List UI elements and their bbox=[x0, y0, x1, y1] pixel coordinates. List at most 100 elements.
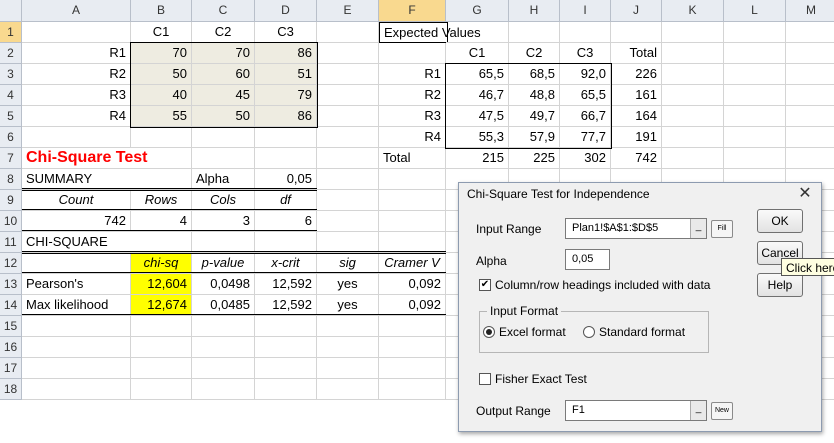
cell-l7[interactable] bbox=[724, 148, 786, 169]
cell-a15[interactable] bbox=[22, 316, 131, 337]
row-header-9[interactable]: 9 bbox=[0, 190, 22, 211]
cell-a16[interactable] bbox=[22, 337, 131, 358]
cell-b17[interactable] bbox=[131, 358, 192, 379]
cell-f8[interactable] bbox=[379, 169, 446, 190]
row-header-11[interactable]: 11 bbox=[0, 232, 22, 253]
row-header-5[interactable]: 5 bbox=[0, 106, 22, 127]
cell-h2[interactable]: C2 bbox=[509, 43, 560, 64]
cell-b9[interactable]: Rows bbox=[131, 190, 192, 211]
cell-k6[interactable] bbox=[662, 127, 724, 148]
cell-c10[interactable]: 3 bbox=[192, 211, 255, 232]
cell-d11[interactable] bbox=[255, 232, 317, 253]
cell-e4[interactable] bbox=[317, 85, 379, 106]
cell-c4[interactable]: 45 bbox=[192, 85, 255, 106]
cell-l3[interactable] bbox=[724, 64, 786, 85]
cell-e7[interactable] bbox=[317, 148, 379, 169]
cell-c17[interactable] bbox=[192, 358, 255, 379]
cell-e6[interactable] bbox=[317, 127, 379, 148]
column-header-a[interactable]: A bbox=[22, 0, 131, 22]
cell-i3[interactable]: 92,0 bbox=[560, 64, 611, 85]
cell-a4[interactable]: R3 bbox=[22, 85, 131, 106]
standard-format-radio[interactable] bbox=[583, 326, 595, 338]
cell-d2[interactable]: 86 bbox=[255, 43, 317, 64]
cell-b3[interactable]: 50 bbox=[131, 64, 192, 85]
cell-c18[interactable] bbox=[192, 379, 255, 400]
cell-b5[interactable]: 55 bbox=[131, 106, 192, 127]
row-header-1[interactable]: 1 bbox=[0, 22, 22, 43]
input-range-field[interactable]: Plan1!$A$1:$D$5 _ bbox=[565, 218, 707, 239]
cell-e16[interactable] bbox=[317, 337, 379, 358]
cell-d1[interactable]: C3 bbox=[255, 22, 317, 43]
cell-b7[interactable] bbox=[131, 148, 192, 169]
cell-l6[interactable] bbox=[724, 127, 786, 148]
cell-d17[interactable] bbox=[255, 358, 317, 379]
cell-k3[interactable] bbox=[662, 64, 724, 85]
cell-h4[interactable]: 48,8 bbox=[509, 85, 560, 106]
cell-h7[interactable]: 225 bbox=[509, 148, 560, 169]
cell-h3[interactable]: 68,5 bbox=[509, 64, 560, 85]
cell-f5[interactable]: R3 bbox=[379, 106, 446, 127]
cell-d7[interactable] bbox=[255, 148, 317, 169]
cell-c13[interactable]: 0,0498 bbox=[192, 274, 255, 295]
cell-f2[interactable] bbox=[379, 43, 446, 64]
cell-e14[interactable]: yes bbox=[317, 295, 379, 316]
column-header-m[interactable]: M bbox=[786, 0, 834, 22]
cell-f14[interactable]: 0,092 bbox=[379, 295, 446, 316]
cell-d6[interactable] bbox=[255, 127, 317, 148]
ok-button[interactable]: OK bbox=[757, 209, 803, 233]
range-select-icon[interactable]: _ bbox=[690, 219, 706, 238]
cell-m3[interactable] bbox=[786, 64, 834, 85]
cell-b16[interactable] bbox=[131, 337, 192, 358]
cell-i1[interactable] bbox=[560, 22, 611, 43]
cell-h1[interactable] bbox=[509, 22, 560, 43]
cell-d13[interactable]: 12,592 bbox=[255, 274, 317, 295]
cell-k5[interactable] bbox=[662, 106, 724, 127]
cell-a12[interactable] bbox=[22, 253, 131, 274]
cell-c12[interactable]: p-value bbox=[192, 253, 255, 274]
cell-m6[interactable] bbox=[786, 127, 834, 148]
cell-f15[interactable] bbox=[379, 316, 446, 337]
cell-e15[interactable] bbox=[317, 316, 379, 337]
cell-i4[interactable]: 65,5 bbox=[560, 85, 611, 106]
cell-b1[interactable]: C1 bbox=[131, 22, 192, 43]
cell-d15[interactable] bbox=[255, 316, 317, 337]
fill-button[interactable]: Fill bbox=[711, 220, 733, 238]
cell-e9[interactable] bbox=[317, 190, 379, 211]
cell-e2[interactable] bbox=[317, 43, 379, 64]
cell-m1[interactable] bbox=[786, 22, 834, 43]
cell-j6[interactable]: 191 bbox=[611, 127, 662, 148]
row-header-14[interactable]: 14 bbox=[0, 295, 22, 316]
cell-g5[interactable]: 47,5 bbox=[446, 106, 509, 127]
cell-f7[interactable]: Total bbox=[379, 148, 446, 169]
cell-b13[interactable]: 12,604 bbox=[131, 274, 192, 295]
cell-f9[interactable] bbox=[379, 190, 446, 211]
cell-c16[interactable] bbox=[192, 337, 255, 358]
cell-c6[interactable] bbox=[192, 127, 255, 148]
cell-b2[interactable]: 70 bbox=[131, 43, 192, 64]
cell-b14[interactable]: 12,674 bbox=[131, 295, 192, 316]
column-header-k[interactable]: K bbox=[662, 0, 724, 22]
cell-b6[interactable] bbox=[131, 127, 192, 148]
cell-i6[interactable]: 77,7 bbox=[560, 127, 611, 148]
cell-c11[interactable] bbox=[192, 232, 255, 253]
row-header-15[interactable]: 15 bbox=[0, 316, 22, 337]
cell-d10[interactable]: 6 bbox=[255, 211, 317, 232]
cell-i7[interactable]: 302 bbox=[560, 148, 611, 169]
cell-f3[interactable]: R1 bbox=[379, 64, 446, 85]
cell-f17[interactable] bbox=[379, 358, 446, 379]
row-header-18[interactable]: 18 bbox=[0, 379, 22, 400]
cell-m7[interactable] bbox=[786, 148, 834, 169]
cell-l5[interactable] bbox=[724, 106, 786, 127]
cell-g6[interactable]: 55,3 bbox=[446, 127, 509, 148]
row-header-10[interactable]: 10 bbox=[0, 211, 22, 232]
excel-format-radio[interactable] bbox=[483, 326, 495, 338]
cell-e10[interactable] bbox=[317, 211, 379, 232]
cell-a6[interactable] bbox=[22, 127, 131, 148]
cell-l1[interactable] bbox=[724, 22, 786, 43]
cell-d18[interactable] bbox=[255, 379, 317, 400]
cell-g7[interactable]: 215 bbox=[446, 148, 509, 169]
cell-b15[interactable] bbox=[131, 316, 192, 337]
row-header-17[interactable]: 17 bbox=[0, 358, 22, 379]
column-header-c[interactable]: C bbox=[192, 0, 255, 22]
cell-c15[interactable] bbox=[192, 316, 255, 337]
